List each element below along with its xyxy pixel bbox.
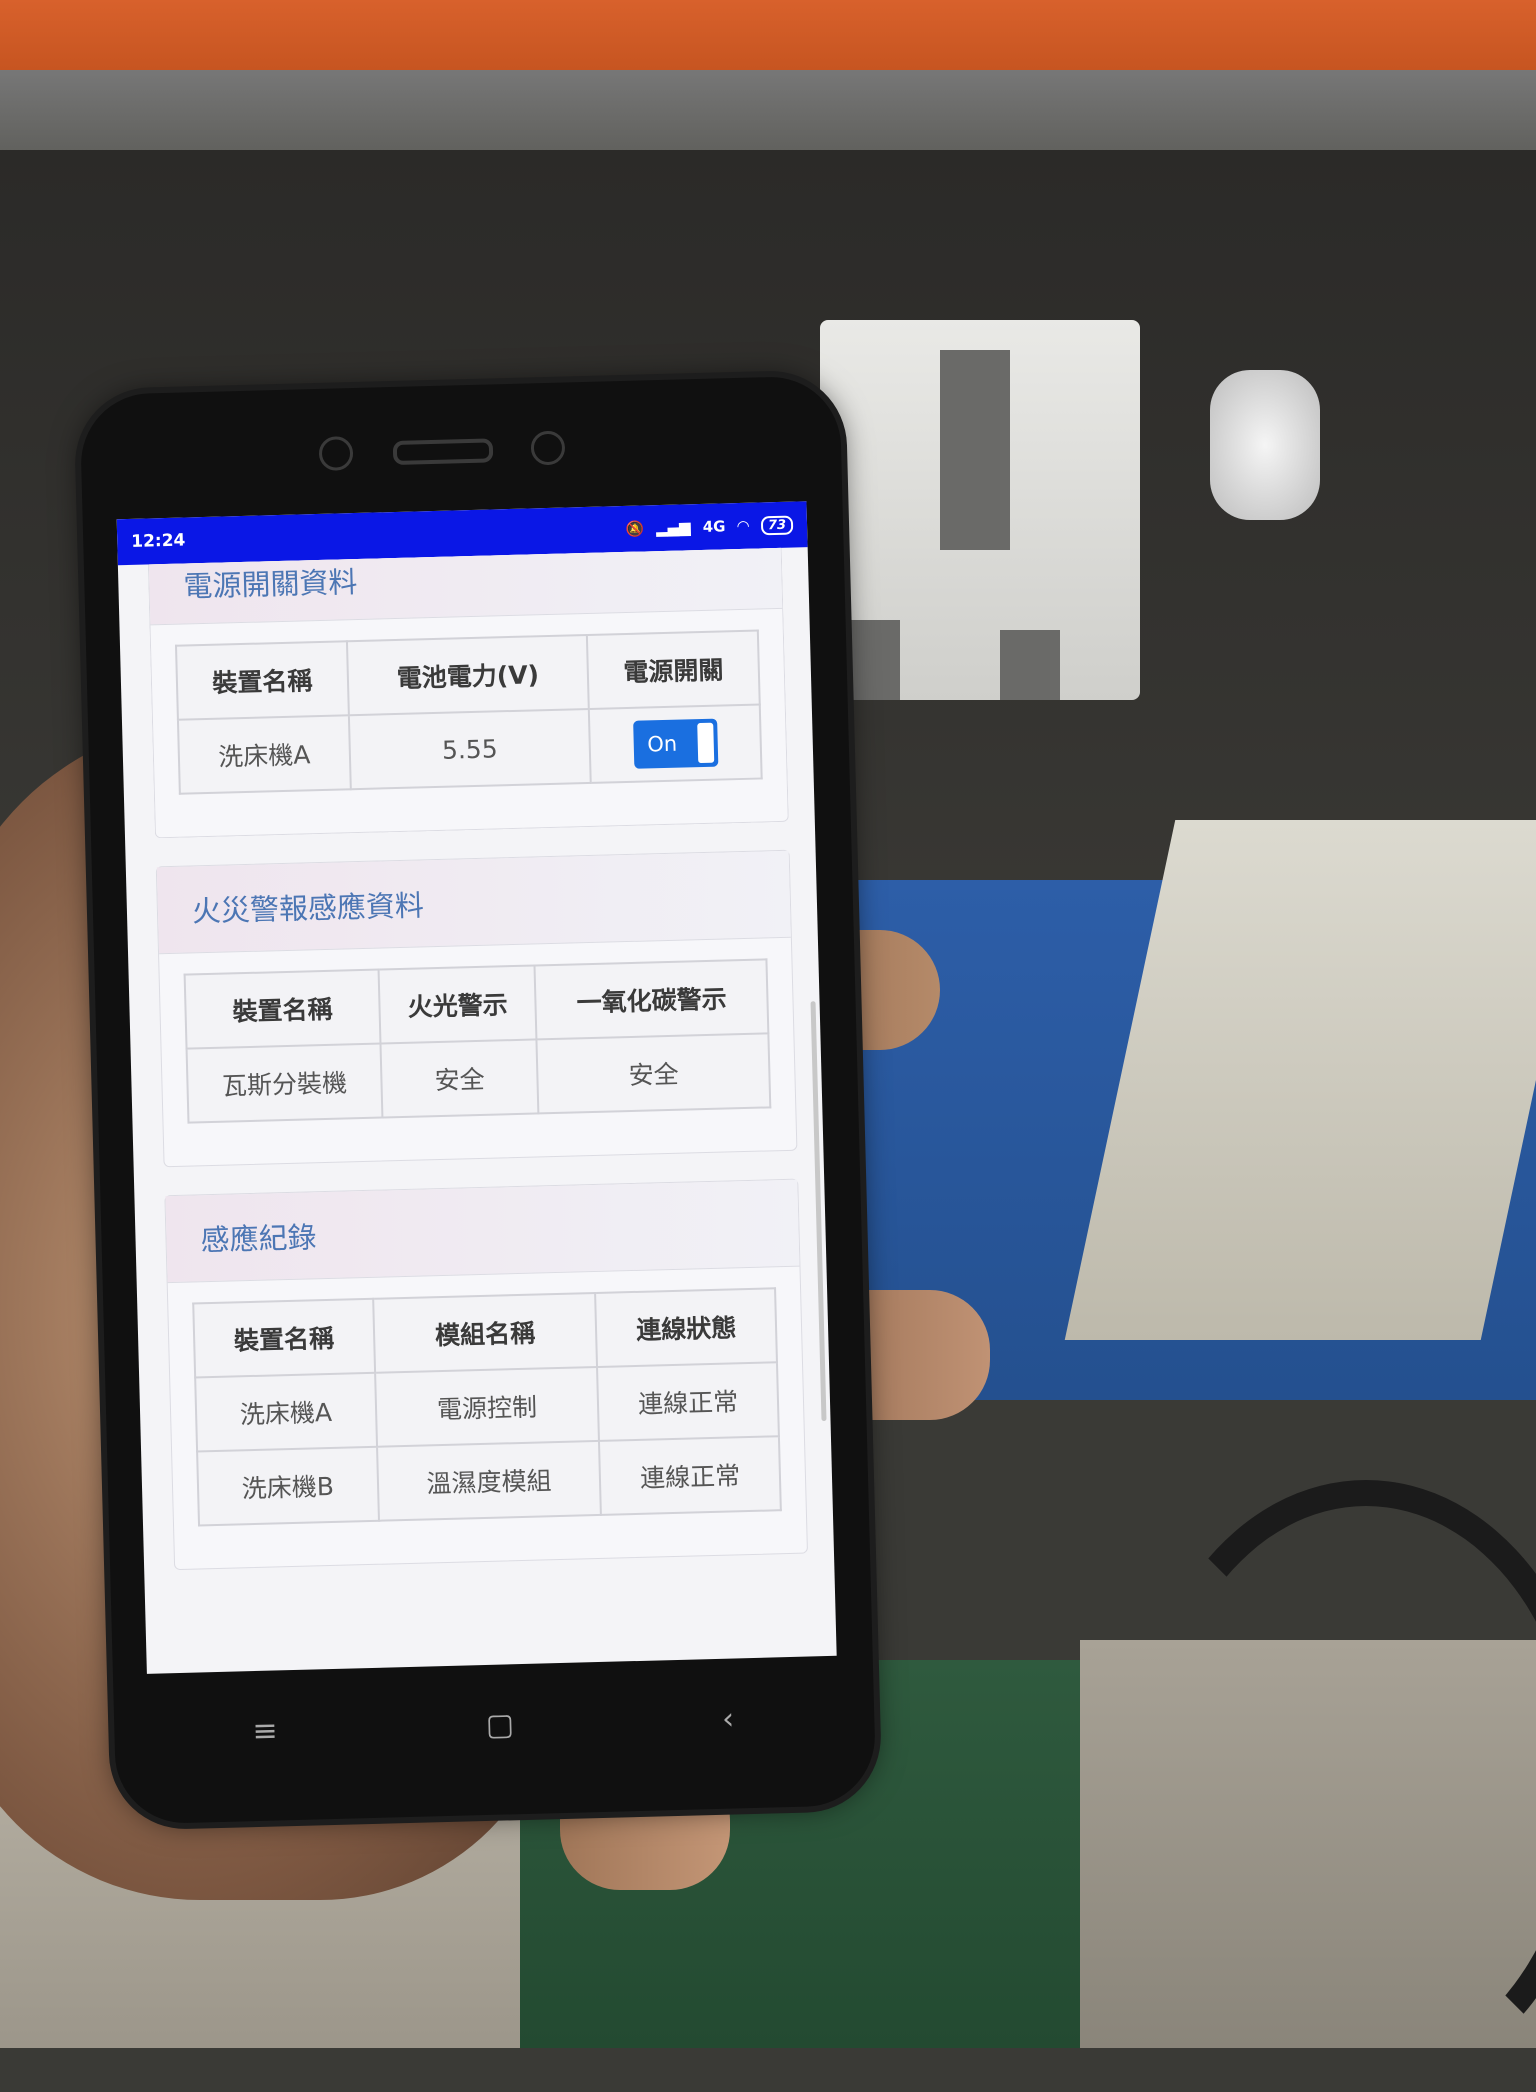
table-row: 瓦斯分裝機 安全 安全 bbox=[186, 1033, 771, 1123]
toggle-knob bbox=[696, 722, 714, 764]
column-header: 裝置名稱 bbox=[193, 1298, 375, 1378]
status-icons: 🔕 ▂▄▆ 4G ◠ 73 bbox=[625, 515, 794, 538]
proximity-sensor bbox=[530, 430, 566, 466]
background-tape bbox=[840, 620, 900, 700]
network-type: 4G bbox=[702, 517, 726, 536]
battery-voltage: 5.55 bbox=[348, 708, 591, 790]
mute-icon: 🔕 bbox=[625, 519, 645, 538]
column-header: 火光警示 bbox=[378, 965, 537, 1044]
sensor-log-table: 裝置名稱 模組名稱 連線狀態 洗床機A 電源控制 連線正常 洗床機B 溫濕度模組 bbox=[192, 1287, 782, 1527]
device-name: 洗床機A bbox=[177, 715, 351, 794]
module-name: 溫濕度模組 bbox=[376, 1440, 602, 1521]
column-header: 模組名稱 bbox=[372, 1292, 598, 1373]
device-name: 洗床機B bbox=[197, 1446, 379, 1526]
column-header: 裝置名稱 bbox=[176, 641, 349, 720]
column-header: 電池電力(V) bbox=[346, 634, 589, 716]
home-icon[interactable]: ▢ bbox=[485, 1707, 514, 1743]
fire-alarm-card: 火災警報感應資料 裝置名稱 火光警示 一氧化碳警示 瓦斯分裝機 安全 安全 bbox=[155, 849, 798, 1168]
sensor-log-card-title: 感應紀錄 bbox=[165, 1179, 800, 1284]
background-pipe-fitting bbox=[1210, 370, 1320, 520]
co-status: 安全 bbox=[536, 1033, 771, 1114]
connection-status: 連線正常 bbox=[599, 1436, 781, 1515]
column-header: 連線狀態 bbox=[595, 1288, 777, 1367]
phone-screen: 12:24 🔕 ▂▄▆ 4G ◠ 73 電源開關資料 裝置名稱 電池電力(V) bbox=[116, 501, 837, 1674]
power-switch-cell: On bbox=[588, 704, 762, 783]
background-orange-panel bbox=[0, 0, 1536, 80]
power-card: 電源開關資料 裝置名稱 電池電力(V) 電源開關 洗床機A 5.55 On bbox=[147, 547, 789, 839]
device-name: 瓦斯分裝機 bbox=[186, 1043, 383, 1123]
signal-icon: ▂▄▆ bbox=[655, 518, 691, 538]
android-nav-bar: ≡ ▢ ‹ bbox=[147, 1656, 840, 1794]
earpiece bbox=[392, 438, 494, 465]
column-header: 裝置名稱 bbox=[184, 969, 381, 1049]
module-name: 電源控制 bbox=[374, 1366, 600, 1447]
power-table: 裝置名稱 電池電力(V) 電源開關 洗床機A 5.55 On bbox=[174, 629, 763, 795]
fire-alarm-table: 裝置名稱 火光警示 一氧化碳警示 瓦斯分裝機 安全 安全 bbox=[183, 958, 772, 1124]
column-header: 一氧化碳警示 bbox=[534, 959, 769, 1040]
wifi-icon: ◠ bbox=[737, 516, 750, 536]
phone: 12:24 🔕 ▂▄▆ 4G ◠ 73 電源開關資料 裝置名稱 電池電力(V) bbox=[79, 375, 877, 1825]
flame-status: 安全 bbox=[380, 1039, 539, 1118]
front-camera bbox=[318, 436, 354, 471]
table-row: 洗床機A 5.55 On bbox=[177, 704, 762, 794]
page-content[interactable]: 電源開關資料 裝置名稱 電池電力(V) 電源開關 洗床機A 5.55 On 火災… bbox=[118, 547, 834, 1571]
status-time: 12:24 bbox=[131, 530, 186, 552]
background-tape bbox=[1000, 630, 1060, 700]
back-icon[interactable]: ‹ bbox=[722, 1701, 735, 1736]
sensor-log-card: 感應紀錄 裝置名稱 模組名稱 連線狀態 洗床機A 電源控制 連線正常 洗床機B … bbox=[164, 1178, 808, 1571]
column-header: 電源開關 bbox=[586, 630, 760, 709]
battery-icon: 73 bbox=[760, 515, 794, 535]
fire-alarm-card-title: 火災警報感應資料 bbox=[156, 850, 791, 955]
device-name: 洗床機A bbox=[195, 1372, 377, 1452]
power-toggle-switch[interactable]: On bbox=[632, 718, 718, 769]
power-toggle-label: On bbox=[646, 731, 678, 757]
background-tape bbox=[940, 350, 1010, 550]
table-row: 洗床機B 溫濕度模組 連線正常 bbox=[197, 1436, 781, 1526]
menu-icon[interactable]: ≡ bbox=[252, 1713, 278, 1749]
connection-status: 連線正常 bbox=[597, 1362, 779, 1441]
